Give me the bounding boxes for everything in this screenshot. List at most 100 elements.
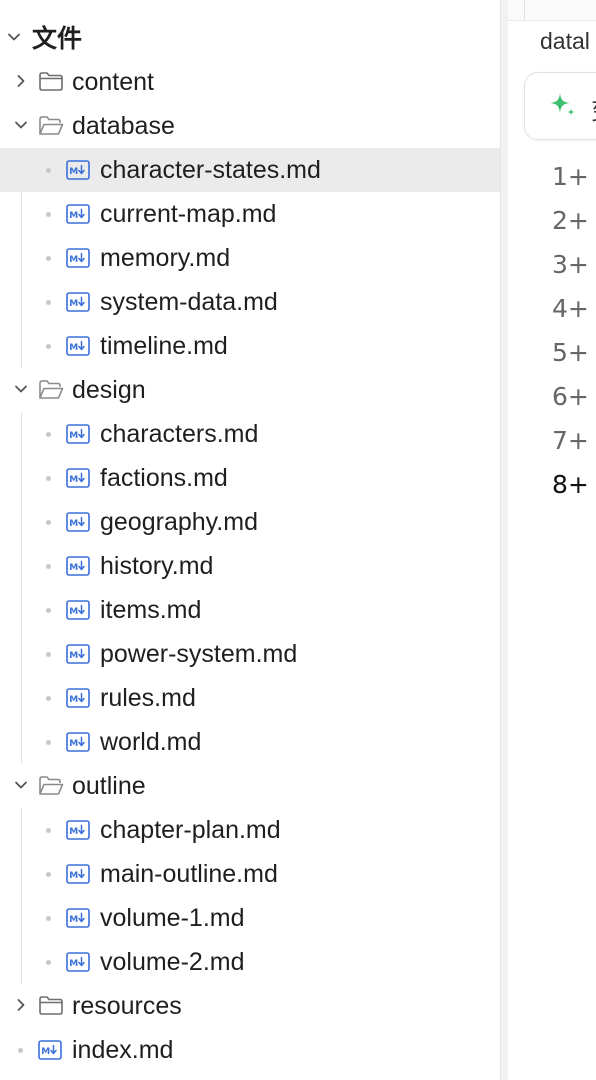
markdown-file-icon: M — [66, 644, 90, 669]
markdown-file-icon: M — [66, 468, 90, 493]
line-number[interactable]: 4+ — [552, 294, 589, 324]
line-number[interactable]: 3+ — [552, 250, 589, 280]
file-row-current-map[interactable]: Mcurrent-map.md — [0, 192, 500, 236]
tree-bullet — [46, 564, 51, 569]
tab-separator — [524, 0, 525, 20]
folder-row-design[interactable]: design — [0, 368, 500, 412]
tree-bullet — [46, 344, 51, 349]
svg-text:M: M — [69, 519, 78, 529]
file-row-items[interactable]: Mitems.md — [0, 588, 500, 632]
file-row-factions[interactable]: Mfactions.md — [0, 456, 500, 500]
folder-row-outline[interactable]: outline — [0, 764, 500, 808]
markdown-file-icon: M — [66, 248, 90, 273]
tree-bullet — [46, 212, 51, 217]
folder-icon — [38, 995, 64, 1022]
markdown-file-icon: M — [66, 292, 90, 317]
folder-label: resources — [72, 992, 182, 1020]
editor-pane: datal 变 1+ 2+ 3+ 4+ 5+ 6+ 7+ 8+ — [508, 0, 596, 1080]
file-label: chapter-plan.md — [100, 816, 281, 844]
svg-text:M: M — [69, 167, 78, 177]
chevron-down-icon[interactable] — [7, 30, 21, 49]
markdown-file-icon: M — [66, 160, 90, 185]
file-label: volume-2.md — [100, 948, 245, 976]
chevron-down-icon[interactable] — [14, 778, 28, 797]
file-label: world.md — [100, 728, 202, 756]
folder-row-database[interactable]: database — [0, 104, 500, 148]
file-row-rules[interactable]: Mrules.md — [0, 676, 500, 720]
markdown-file-icon: M — [66, 600, 90, 625]
folder-label: content — [72, 68, 155, 96]
markdown-file-icon: M — [66, 732, 90, 757]
file-row-volume-2[interactable]: Mvolume-2.md — [0, 940, 500, 984]
folder-open-icon — [38, 115, 64, 142]
chevron-right-icon[interactable] — [14, 998, 28, 1017]
tree-bullet — [46, 608, 51, 613]
line-number[interactable]: 7+ — [552, 426, 589, 456]
explorer-root-header[interactable]: 文件 — [0, 16, 500, 60]
pane-divider[interactable] — [500, 0, 508, 1080]
markdown-file-icon: M — [66, 512, 90, 537]
file-row-timeline[interactable]: Mtimeline.md — [0, 324, 500, 368]
markdown-file-icon: M — [66, 908, 90, 933]
file-label: power-system.md — [100, 640, 298, 668]
folder-label: design — [72, 376, 146, 404]
tree-bullet — [46, 740, 51, 745]
tree-bullet — [46, 652, 51, 657]
line-number[interactable]: 6+ — [552, 382, 589, 412]
line-number[interactable]: 5+ — [552, 338, 589, 368]
chevron-right-icon[interactable] — [14, 74, 28, 93]
tree-bullet — [18, 1048, 23, 1053]
svg-text:M: M — [69, 695, 78, 705]
chevron-down-icon[interactable] — [14, 382, 28, 401]
markdown-file-icon: M — [66, 556, 90, 581]
file-row-system-data[interactable]: Msystem-data.md — [0, 280, 500, 324]
file-row-chapter-plan[interactable]: Mchapter-plan.md — [0, 808, 500, 852]
ai-assist-label: 变 — [591, 91, 596, 126]
file-row-characters[interactable]: Mcharacters.md — [0, 412, 500, 456]
markdown-file-icon: M — [66, 864, 90, 889]
chevron-down-icon[interactable] — [14, 118, 28, 137]
tree-bullet — [46, 696, 51, 701]
line-number[interactable]: 8+ — [552, 470, 589, 500]
file-row-memory[interactable]: Mmemory.md — [0, 236, 500, 280]
folder-icon — [38, 71, 64, 98]
markdown-file-icon: M — [66, 424, 90, 449]
file-label: main-outline.md — [100, 860, 278, 888]
file-row-power-system[interactable]: Mpower-system.md — [0, 632, 500, 676]
tree-bullet — [46, 872, 51, 877]
tree-bullet — [46, 960, 51, 965]
tree-bullet — [46, 432, 51, 437]
file-row-character-states[interactable]: Mcharacter-states.md — [0, 148, 500, 192]
file-row-main-outline[interactable]: Mmain-outline.md — [0, 852, 500, 896]
file-label: system-data.md — [100, 288, 278, 316]
file-row-world[interactable]: Mworld.md — [0, 720, 500, 764]
tree-bullet — [46, 300, 51, 305]
file-row-geography[interactable]: Mgeography.md — [0, 500, 500, 544]
file-label: timeline.md — [100, 332, 228, 360]
file-row-volume-1[interactable]: Mvolume-1.md — [0, 896, 500, 940]
svg-text:M: M — [69, 563, 78, 573]
svg-text:M: M — [69, 871, 78, 881]
file-label: factions.md — [100, 464, 228, 492]
svg-text:M: M — [69, 607, 78, 617]
editor-tab-title[interactable]: datal — [540, 28, 590, 55]
folder-row-content[interactable]: content — [0, 60, 500, 104]
folder-row-resources[interactable]: resources — [0, 984, 500, 1028]
file-label: items.md — [100, 596, 202, 624]
line-number[interactable]: 1+ — [552, 162, 589, 192]
ai-assist-button[interactable]: 变 — [524, 72, 596, 140]
tab-strip — [508, 0, 596, 21]
tree-bullet — [46, 476, 51, 481]
svg-text:M: M — [69, 343, 78, 353]
file-label: character-states.md — [100, 156, 321, 184]
markdown-file-icon: M — [38, 1040, 62, 1065]
file-label: geography.md — [100, 508, 258, 536]
markdown-file-icon: M — [66, 952, 90, 977]
file-label: rules.md — [100, 684, 196, 712]
markdown-file-icon: M — [66, 336, 90, 361]
line-number[interactable]: 2+ — [552, 206, 589, 236]
tree-bullet — [46, 168, 51, 173]
sparkle-icon — [547, 91, 577, 126]
file-row-index[interactable]: Mindex.md — [0, 1028, 500, 1072]
file-row-history[interactable]: Mhistory.md — [0, 544, 500, 588]
